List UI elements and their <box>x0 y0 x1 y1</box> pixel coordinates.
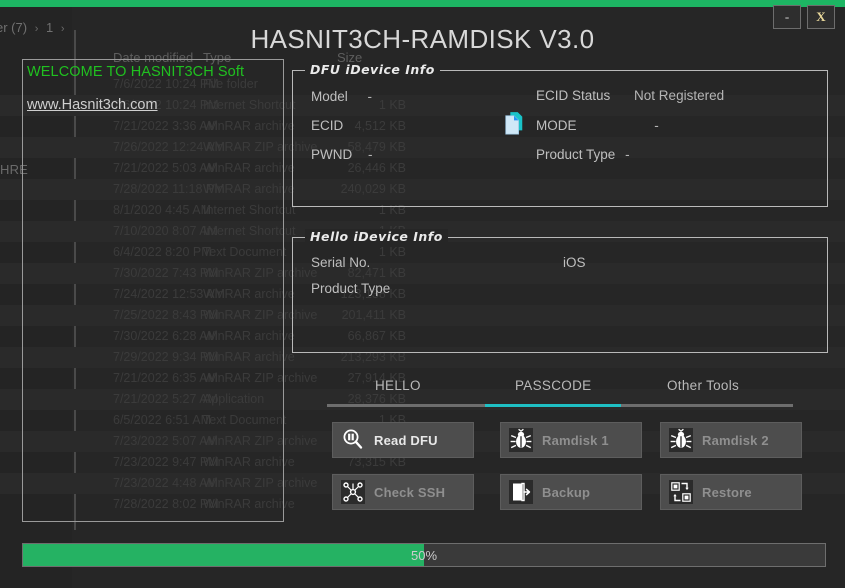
hello-panel-title: Hello iDevice Info <box>305 229 448 244</box>
dfu-ecid-status-value: Not Registered <box>614 88 724 103</box>
dfu-model-field: Model - <box>311 89 372 104</box>
ramdisk-2-label: Ramdisk 2 <box>702 433 769 448</box>
export-door-icon <box>509 480 533 504</box>
app-accent-bar <box>0 0 845 7</box>
magnifier-dfu-icon <box>341 428 365 452</box>
check-ssh-button[interactable]: Check SSH <box>332 474 474 510</box>
tab-passcode[interactable]: PASSCODE <box>515 378 591 393</box>
bug-icon <box>509 428 533 452</box>
dfu-product-type-value: - <box>619 147 630 162</box>
bug-icon <box>669 428 693 452</box>
hello-ios-label: iOS <box>563 255 586 270</box>
welcome-panel: WELCOME TO HASNIT3CH Soft www.Hasnit3ch.… <box>22 59 284 522</box>
progress-bar-label: 50% <box>23 544 825 566</box>
hello-ios-value <box>586 255 600 270</box>
read-dfu-button[interactable]: Read DFU <box>332 422 474 458</box>
tab-active-indicator <box>485 404 621 407</box>
dfu-product-type-field: Product Type - <box>536 147 630 162</box>
dfu-ecid-label: ECID <box>311 118 343 133</box>
hello-serial-field: Serial No. <box>311 255 386 270</box>
dfu-mode-value: - <box>580 118 659 133</box>
dfu-ecid-field: ECID <box>311 118 359 133</box>
progress-bar: 50% <box>22 543 826 567</box>
dfu-model-label: Model <box>311 89 348 104</box>
dfu-pwnd-field: PWND - <box>311 147 373 162</box>
check-ssh-label: Check SSH <box>374 485 445 500</box>
tab-bar: HELLO PASSCODE Other Tools <box>327 378 793 406</box>
dfu-model-value: - <box>352 89 373 104</box>
dfu-panel-title: DFU iDevice Info <box>305 62 440 77</box>
document-copy-icon <box>503 111 525 137</box>
ramdisk-1-button[interactable]: Ramdisk 1 <box>500 422 642 458</box>
dfu-pwnd-value: - <box>356 147 373 162</box>
ramdisk-app-window: - X HASNIT3CH-RAMDISK V3.0 WELCOME TO HA… <box>0 0 845 588</box>
hello-ios-field: iOS <box>563 255 600 270</box>
hello-product-type-value <box>390 281 406 296</box>
network-nodes-icon <box>341 480 365 504</box>
dfu-ecid-status-label: ECID Status <box>536 88 610 103</box>
tab-hello[interactable]: HELLO <box>375 378 421 393</box>
dfu-ecid-status-field: ECID Status Not Registered <box>536 88 724 103</box>
dfu-idevice-info-panel: DFU iDevice Info Model - ECID PWND - ECI… <box>292 70 828 207</box>
tab-other-tools[interactable]: Other Tools <box>667 378 739 393</box>
hello-product-type-field: Product Type <box>311 281 406 296</box>
welcome-title: WELCOME TO HASNIT3CH Soft <box>27 64 283 80</box>
page-title: HASNIT3CH-RAMDISK V3.0 <box>0 24 845 55</box>
backup-label: Backup <box>542 485 590 500</box>
dfu-pwnd-label: PWND <box>311 147 352 162</box>
dfu-product-type-label: Product Type <box>536 147 615 162</box>
hello-idevice-info-panel: Hello iDevice Info Serial No. Product Ty… <box>292 237 828 353</box>
backup-button[interactable]: Backup <box>500 474 642 510</box>
restore-label: Restore <box>702 485 752 500</box>
dfu-mode-field: MODE - <box>536 118 659 133</box>
dfu-ecid-value <box>343 118 359 133</box>
ramdisk-2-button[interactable]: Ramdisk 2 <box>660 422 802 458</box>
hello-serial-value <box>370 255 386 270</box>
hello-product-type-label: Product Type <box>311 281 390 296</box>
hello-serial-label: Serial No. <box>311 255 370 270</box>
website-link[interactable]: www.Hasnit3ch.com <box>27 97 158 113</box>
restore-sync-icon <box>669 480 693 504</box>
read-dfu-label: Read DFU <box>374 433 438 448</box>
dfu-mode-label: MODE <box>536 118 577 133</box>
restore-button[interactable]: Restore <box>660 474 802 510</box>
ramdisk-1-label: Ramdisk 1 <box>542 433 609 448</box>
